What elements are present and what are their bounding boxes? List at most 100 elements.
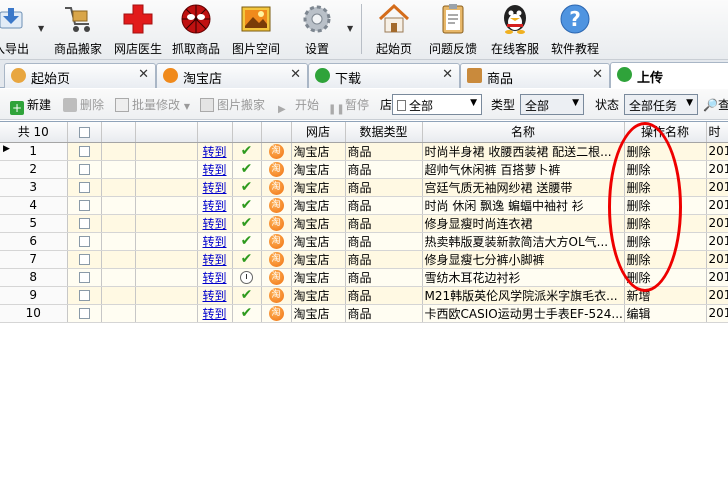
data-type-column-header[interactable]: 数据类型 bbox=[345, 122, 423, 143]
operation-column-header[interactable]: 操作名称 bbox=[624, 122, 707, 143]
table-row[interactable]: 6 转到 ✔ 淘淘宝店商品热卖韩版夏装新款简洁大方OL气...删除2011 bbox=[0, 232, 728, 251]
table-row[interactable]: ▶1转到✔淘淘宝店商品时尚半身裙 收腰西装裙 配送二根...删除2011 bbox=[0, 142, 728, 161]
row-select-cell[interactable] bbox=[67, 214, 102, 233]
row-select-cell[interactable] bbox=[67, 304, 102, 323]
goto-link[interactable]: 转到 bbox=[202, 217, 226, 231]
new-button[interactable]: + 新建 bbox=[10, 96, 51, 115]
select-all-checkbox[interactable] bbox=[78, 126, 90, 138]
row-select-cell[interactable] bbox=[67, 250, 102, 269]
row-select-cell[interactable] bbox=[67, 178, 102, 197]
goto-link[interactable]: 转到 bbox=[202, 163, 226, 177]
tab-home[interactable]: 起始页 ✕ bbox=[4, 63, 156, 88]
close-icon[interactable]: ✕ bbox=[290, 67, 301, 82]
goto-cell[interactable]: 转到 bbox=[197, 214, 233, 233]
row-checkbox[interactable] bbox=[78, 290, 90, 301]
goto-link[interactable]: 转到 bbox=[202, 271, 226, 285]
search-button[interactable]: 🔎查 bbox=[703, 96, 728, 113]
tab-products[interactable]: 商品 ✕ bbox=[460, 63, 610, 88]
taobao-icon: 淘 bbox=[268, 305, 284, 321]
close-icon[interactable]: ✕ bbox=[138, 67, 149, 82]
start-button[interactable]: ▶ 开始 bbox=[278, 96, 319, 118]
goto-link[interactable]: 转到 bbox=[202, 145, 226, 159]
select-all-header[interactable] bbox=[67, 122, 102, 143]
tab-download[interactable]: 下载 ✕ bbox=[308, 63, 460, 88]
type-label: 类型 bbox=[491, 98, 516, 112]
row-checkbox[interactable] bbox=[78, 308, 90, 319]
goto-cell[interactable]: 转到 bbox=[197, 268, 233, 287]
product-move-button[interactable]: 商品搬家 bbox=[50, 0, 106, 58]
row-checkbox[interactable] bbox=[78, 146, 90, 157]
status-cell: ✔ bbox=[232, 214, 262, 233]
row-select-cell[interactable] bbox=[67, 286, 102, 305]
operation-cell: 删除 bbox=[624, 232, 707, 251]
goto-link[interactable]: 转到 bbox=[202, 253, 226, 267]
name-cell: 时尚 休闲 飘逸 蝙蝠中袖衬 衫 bbox=[422, 196, 625, 215]
empty-cell bbox=[101, 250, 136, 269]
name-column-header[interactable]: 名称 bbox=[422, 122, 625, 143]
row-select-cell[interactable] bbox=[67, 268, 102, 287]
tab-upload[interactable]: 上传 bbox=[610, 62, 728, 88]
goto-link[interactable]: 转到 bbox=[202, 307, 226, 321]
import-export-dropdown-icon[interactable]: ▼ bbox=[38, 24, 44, 33]
goto-link[interactable]: 转到 bbox=[202, 199, 226, 213]
store-select[interactable]: 全部 ▼ bbox=[392, 94, 482, 115]
goto-link[interactable]: 转到 bbox=[202, 181, 226, 195]
feedback-button[interactable]: 问题反馈 bbox=[424, 0, 482, 58]
row-checkbox[interactable] bbox=[78, 200, 90, 211]
goto-link[interactable]: 转到 bbox=[202, 235, 226, 249]
import-export-button[interactable]: 入导出 bbox=[0, 0, 36, 58]
row-select-cell[interactable] bbox=[67, 160, 102, 179]
pause-button[interactable]: ❚❚暂停 bbox=[328, 96, 369, 118]
row-checkbox[interactable] bbox=[78, 218, 90, 229]
grab-products-button[interactable]: 抓取商品 bbox=[168, 0, 224, 58]
goto-cell[interactable]: 转到 bbox=[197, 196, 233, 215]
tutorial-button[interactable]: ? 软件教程 bbox=[546, 0, 604, 58]
goto-cell[interactable]: 转到 bbox=[197, 304, 233, 323]
data-type-cell: 商品 bbox=[345, 142, 423, 161]
goto-cell[interactable]: 转到 bbox=[197, 286, 233, 305]
image-move-label: 图片搬家 bbox=[217, 98, 266, 112]
table-row[interactable]: 2 转到 ✔ 淘淘宝店商品超帅气休闲裤 百搭萝卜裤删除2011 bbox=[0, 160, 728, 179]
status-select[interactable]: 全部任务 ▼ bbox=[624, 94, 698, 115]
goto-cell[interactable]: 转到 bbox=[197, 142, 233, 161]
row-checkbox[interactable] bbox=[78, 272, 90, 283]
row-select-cell[interactable] bbox=[67, 142, 102, 161]
picture-space-button[interactable]: 图片空间 bbox=[228, 0, 284, 58]
table-row[interactable]: 7 转到 ✔ 淘淘宝店商品修身显瘦七分裤小脚裤删除2011 bbox=[0, 250, 728, 269]
store-icon-cell: 淘 bbox=[261, 142, 292, 161]
delete-button[interactable]: 删除 bbox=[63, 96, 104, 113]
table-row[interactable]: 9 转到 ✔ 淘淘宝店商品M21韩版英伦风学院派米字旗毛衣...新增2011 bbox=[0, 286, 728, 305]
row-number-cell: ▶ 1 bbox=[0, 142, 68, 161]
type-select[interactable]: 全部 ▼ bbox=[520, 94, 584, 115]
table-row[interactable]: 10 转到 ✔ 淘淘宝店商品卡西欧CASIO运动男士手表EF-524...编辑2011 bbox=[0, 304, 728, 323]
row-checkbox[interactable] bbox=[78, 254, 90, 265]
goto-cell[interactable]: 转到 bbox=[197, 250, 233, 269]
row-checkbox[interactable] bbox=[78, 164, 90, 175]
row-checkbox[interactable] bbox=[78, 182, 90, 193]
batch-edit-button[interactable]: 批量修改 ▼ bbox=[115, 96, 190, 113]
settings-dropdown-icon[interactable]: ▼ bbox=[347, 24, 353, 33]
online-service-button[interactable]: 在线客服 bbox=[486, 0, 544, 58]
qq-penguin-icon bbox=[504, 5, 526, 34]
chevron-down-icon: ▼ bbox=[470, 98, 477, 108]
time-column-header[interactable]: 时 bbox=[706, 122, 728, 143]
table-row[interactable]: 4 转到 ✔ 淘淘宝店商品时尚 休闲 飘逸 蝙蝠中袖衬 衫删除2011 bbox=[0, 196, 728, 215]
goto-cell[interactable]: 转到 bbox=[197, 160, 233, 179]
home-page-button[interactable]: 起始页 bbox=[368, 0, 420, 58]
close-icon[interactable]: ✕ bbox=[442, 67, 453, 82]
store-doctor-button[interactable]: 网店医生 bbox=[110, 0, 166, 58]
goto-link[interactable]: 转到 bbox=[202, 289, 226, 303]
row-select-cell[interactable] bbox=[67, 196, 102, 215]
image-move-button[interactable]: 图片搬家 bbox=[200, 96, 265, 113]
tab-taobao-store[interactable]: 淘宝店 ✕ bbox=[156, 63, 308, 88]
row-select-cell[interactable] bbox=[67, 232, 102, 251]
settings-button[interactable]: 设置 bbox=[292, 0, 342, 58]
row-checkbox[interactable] bbox=[78, 236, 90, 247]
table-row[interactable]: 5 转到 ✔ 淘淘宝店商品修身显瘦时尚连衣裙删除2011 bbox=[0, 214, 728, 233]
store-column-header[interactable]: 网店 bbox=[291, 122, 346, 143]
table-row[interactable]: 8 转到 淘淘宝店商品雪纺木耳花边衬衫删除2011 bbox=[0, 268, 728, 287]
goto-cell[interactable]: 转到 bbox=[197, 178, 233, 197]
goto-cell[interactable]: 转到 bbox=[197, 232, 233, 251]
table-row[interactable]: 3 转到 ✔ 淘淘宝店商品宫廷气质无袖网纱裙 送腰带删除2011 bbox=[0, 178, 728, 197]
close-icon[interactable]: ✕ bbox=[592, 67, 603, 82]
